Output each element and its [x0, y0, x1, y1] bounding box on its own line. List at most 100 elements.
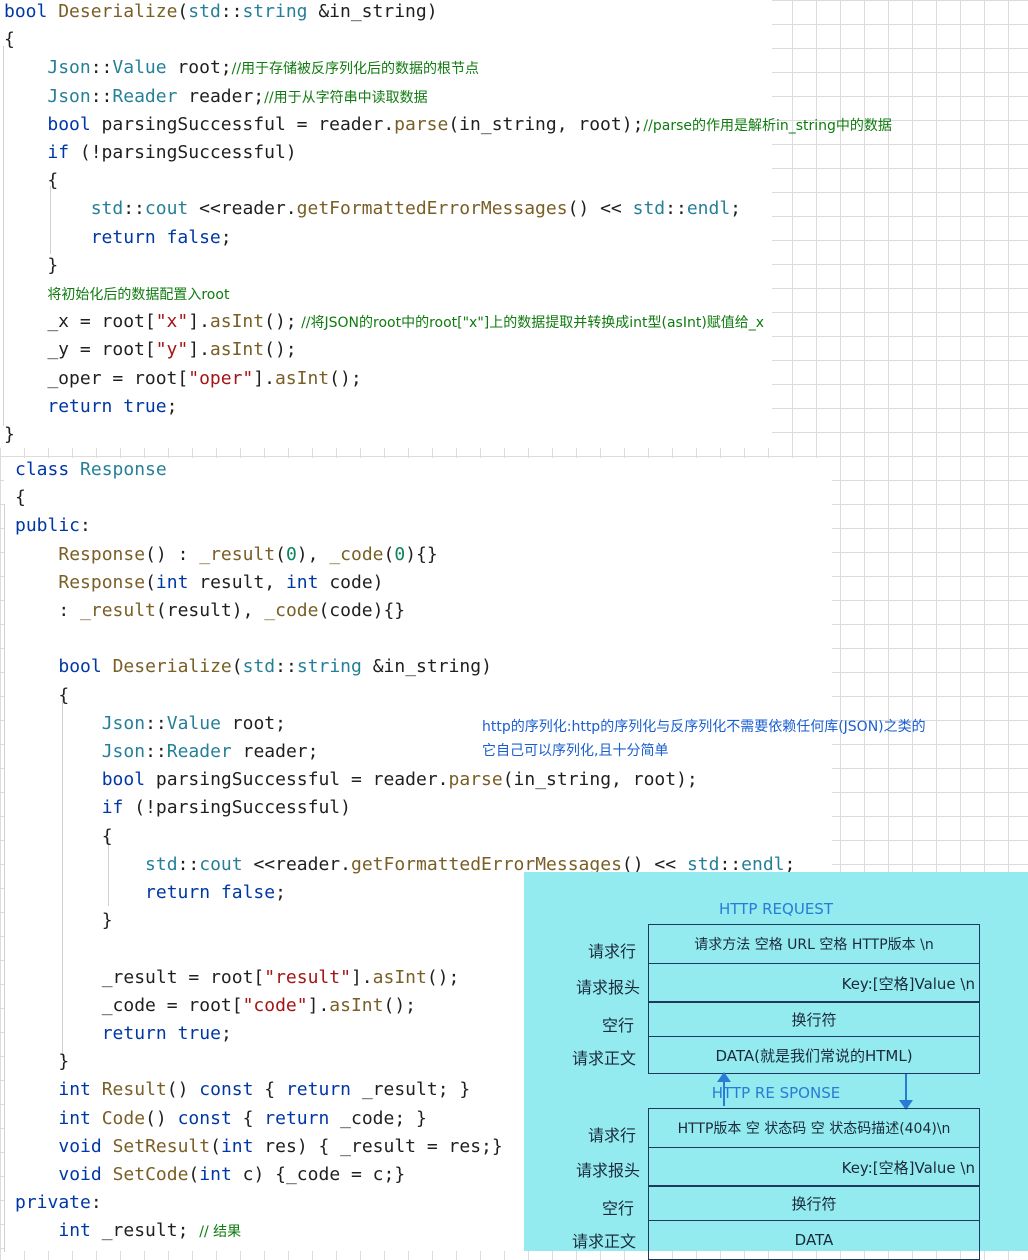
code-token: }: [4, 424, 15, 445]
http-request-title: HTTP REQUEST: [718, 900, 833, 918]
code-token: //parse的作用是解析in_string中的数据: [643, 117, 892, 134]
code-token: ::: [220, 1, 243, 22]
code-line: Json::Value root;: [15, 710, 286, 738]
code-token: Json: [47, 85, 91, 107]
code-token: <<reader.: [242, 853, 351, 875]
code-line: int Result() const { return _result; }: [15, 1076, 470, 1104]
code-token: bool: [4, 1, 48, 22]
code-line: bool parsingSuccessful = reader.parse(in…: [15, 766, 698, 794]
code-line: }: [4, 252, 58, 280]
code-token: const: [199, 1079, 254, 1101]
code-token: std: [632, 198, 666, 220]
response-line-box: HTTP版本 空 状态码 空 状态码描述(404)\n: [648, 1108, 980, 1148]
http-response-title: HTTP RE SPONSE: [711, 1084, 841, 1102]
code-token: ;: [220, 226, 232, 248]
code-token: return: [264, 1107, 330, 1129]
code-token: }: [4, 254, 59, 276]
code-token: return: [101, 1023, 167, 1044]
code-token: () <<: [567, 198, 633, 220]
code-line: _y = root["y"].asInt();: [4, 336, 296, 364]
code-token: std: [242, 656, 276, 678]
code-token: (: [188, 1164, 200, 1185]
code-token: std: [90, 198, 124, 220]
code-token: void: [58, 1164, 102, 1185]
code-token: ),: [296, 543, 330, 565]
code-token: root;: [220, 712, 286, 734]
code-line: }: [15, 907, 113, 935]
code-token: bool: [47, 113, 91, 135]
code-token: _result; }: [351, 1079, 471, 1101]
response-blank-line-label: 空行: [601, 1199, 634, 1218]
code-token: ();: [329, 367, 362, 389]
code-token: asInt: [209, 339, 265, 361]
code-token: root;: [166, 57, 232, 79]
code-token: ::: [90, 57, 113, 79]
code-token: _code: [264, 600, 319, 621]
code-token: _code; }: [329, 1107, 427, 1129]
code-token: getFormattedErrorMessages: [296, 198, 568, 220]
request-line-label: 请求行: [587, 942, 636, 961]
code-token: _code = root[: [15, 994, 243, 1016]
code-token: ;: [220, 1023, 232, 1044]
code-token: ::: [123, 198, 145, 220]
code-line: _x = root["x"].asInt(); //将JSON的root中的ro…: [4, 308, 764, 336]
code-line: Response() : _result(0), _code(0){}: [15, 541, 437, 569]
code-token: "oper": [188, 367, 254, 389]
code-token: true: [177, 1023, 221, 1044]
code-line: : _result(result), _code(code){}: [15, 597, 405, 625]
code-token: asInt: [209, 311, 265, 333]
code-token: return: [145, 882, 211, 903]
code-token: int: [58, 1079, 91, 1101]
code-line: std::cout <<reader.getFormattedErrorMess…: [4, 195, 741, 223]
code-token: ::: [177, 853, 200, 875]
code-token: ].: [350, 966, 373, 988]
code-line: Json::Value root;//用于存储被反序列化后的数据的根节点: [4, 54, 479, 82]
code-token: reader;: [231, 741, 319, 762]
code-token: asInt: [372, 966, 427, 988]
code-token: :: [80, 515, 91, 537]
request-line-box: 请求方法 空格 URL 空格 HTTP版本 \n: [648, 924, 980, 964]
code-token: Result: [101, 1079, 167, 1101]
code-token: asInt: [329, 994, 384, 1016]
code-line: Response(int result, int code): [15, 569, 384, 597]
code-token: }: [15, 1051, 70, 1073]
screenshot-canvas: { "code_top": { "lines": [ [["kw","bool"…: [0, 0, 1028, 1260]
code-token: result,: [188, 571, 286, 593]
code-token: ;: [166, 395, 178, 417]
code-token: code): [318, 571, 384, 593]
code-token: asInt: [274, 367, 330, 389]
code-token: int: [58, 1220, 91, 1242]
code-token: class: [15, 459, 70, 480]
code-token: bool: [101, 769, 146, 791]
code-token: Code: [101, 1107, 146, 1129]
code-token: <<reader.: [188, 198, 297, 220]
code-token: int: [285, 571, 319, 593]
code-line: {: [4, 167, 58, 195]
code-line: class Response: [15, 456, 167, 484]
code-token: {: [15, 684, 70, 706]
code-token: _x = root[: [4, 311, 156, 333]
code-token: // 结果: [199, 1224, 242, 1241]
code-token: Json: [101, 741, 146, 762]
code-token: _y = root[: [4, 339, 156, 361]
code-token: Deserialize: [58, 1, 178, 22]
code-token: {: [15, 825, 113, 847]
code-token: c) {_code = c;}: [231, 1164, 406, 1185]
code-token: res) { _result = res;}: [253, 1135, 503, 1157]
